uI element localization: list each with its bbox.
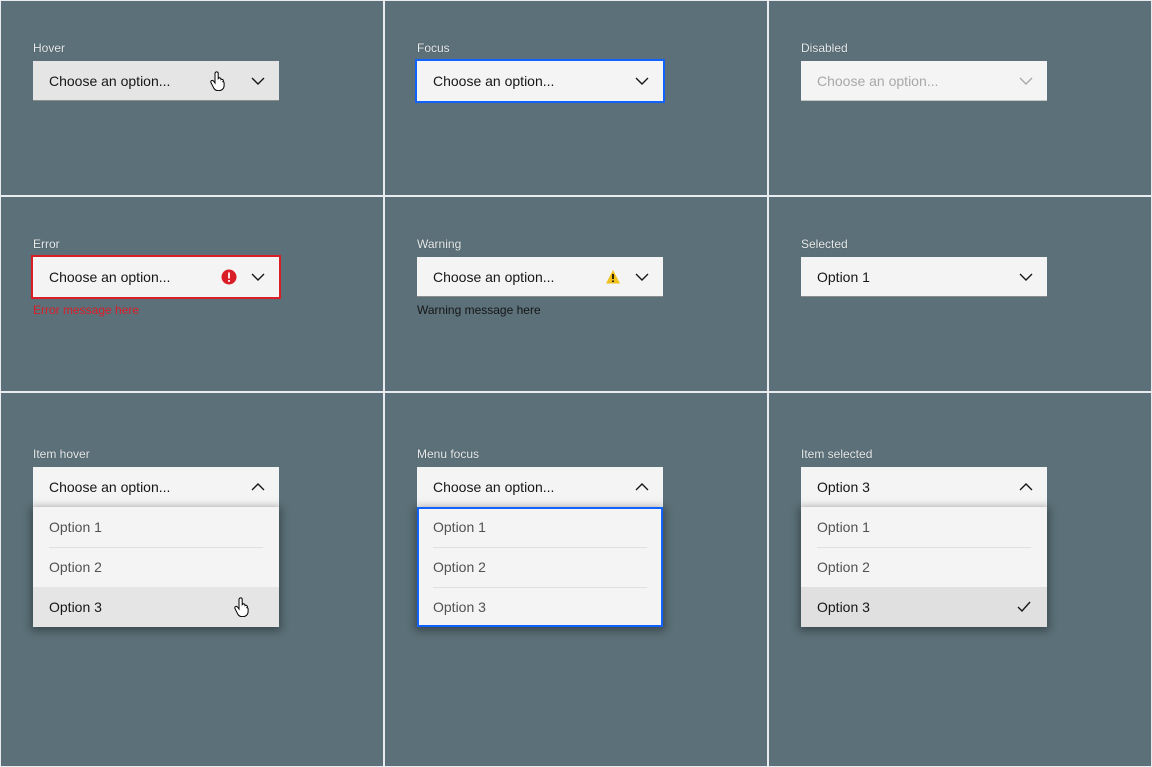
cell-focus: Focus Choose an option... bbox=[384, 0, 768, 196]
dropdown-option[interactable]: Option 2 bbox=[801, 547, 1047, 587]
state-label: Hover bbox=[33, 41, 351, 55]
dropdown-selected[interactable]: Option 1 bbox=[801, 257, 1047, 297]
dropdown-placeholder: Choose an option... bbox=[49, 73, 251, 89]
option-label: Option 2 bbox=[817, 559, 870, 575]
error-icon bbox=[221, 269, 237, 285]
dropdown-value: Option 1 bbox=[817, 269, 1019, 285]
cell-error: Error Choose an option... Error message … bbox=[0, 196, 384, 392]
cell-warning: Warning Choose an option... Warning mess… bbox=[384, 196, 768, 392]
cell-selected: Selected Option 1 bbox=[768, 196, 1152, 392]
cell-menu-focus: Menu focus Choose an option... Option 1 … bbox=[384, 392, 768, 767]
dropdown-placeholder: Choose an option... bbox=[49, 479, 251, 495]
option-label: Option 2 bbox=[433, 559, 486, 575]
dropdown-option-hovered[interactable]: Option 3 bbox=[33, 587, 279, 627]
dropdown-disabled: Choose an option... bbox=[801, 61, 1047, 101]
dropdown-open[interactable]: Option 3 bbox=[801, 467, 1047, 507]
dropdown-open[interactable]: Choose an option... bbox=[33, 467, 279, 507]
chevron-down-icon bbox=[635, 270, 649, 284]
chevron-up-icon bbox=[1019, 480, 1033, 494]
cell-item-hover: Item hover Choose an option... Option 1 … bbox=[0, 392, 384, 767]
option-label: Option 3 bbox=[433, 599, 486, 615]
cell-disabled: Disabled Choose an option... bbox=[768, 0, 1152, 196]
chevron-up-icon bbox=[635, 480, 649, 494]
option-label: Option 3 bbox=[817, 599, 870, 615]
state-label: Disabled bbox=[801, 41, 1119, 55]
option-label: Option 1 bbox=[817, 519, 870, 535]
dropdown-placeholder: Choose an option... bbox=[433, 479, 635, 495]
dropdown-open[interactable]: Choose an option... bbox=[417, 467, 663, 507]
chevron-down-icon bbox=[635, 74, 649, 88]
dropdown-placeholder: Choose an option... bbox=[49, 269, 221, 285]
checkmark-icon bbox=[1017, 600, 1031, 614]
dropdown-option[interactable]: Option 1 bbox=[33, 507, 279, 547]
state-label: Focus bbox=[417, 41, 735, 55]
chevron-down-icon bbox=[251, 270, 265, 284]
state-label: Selected bbox=[801, 237, 1119, 251]
dropdown-option[interactable]: Option 2 bbox=[417, 547, 663, 587]
warning-message: Warning message here bbox=[417, 303, 735, 319]
dropdown-option-selected[interactable]: Option 3 bbox=[801, 587, 1047, 627]
option-label: Option 1 bbox=[49, 519, 102, 535]
dropdown-warning[interactable]: Choose an option... bbox=[417, 257, 663, 297]
state-label: Item hover bbox=[33, 447, 351, 461]
option-label: Option 3 bbox=[49, 599, 102, 615]
dropdown-value: Option 3 bbox=[817, 479, 1019, 495]
error-message: Error message here bbox=[33, 303, 351, 319]
state-label: Warning bbox=[417, 237, 735, 251]
dropdown-hover[interactable]: Choose an option... bbox=[33, 61, 279, 101]
dropdown-option[interactable]: Option 3 bbox=[417, 587, 663, 627]
option-label: Option 2 bbox=[49, 559, 102, 575]
option-label: Option 1 bbox=[433, 519, 486, 535]
dropdown-placeholder: Choose an option... bbox=[433, 73, 635, 89]
chevron-down-icon bbox=[1019, 270, 1033, 284]
dropdown-focus[interactable]: Choose an option... bbox=[417, 61, 663, 101]
dropdown-option[interactable]: Option 1 bbox=[801, 507, 1047, 547]
cursor-pointer-icon bbox=[233, 597, 251, 617]
dropdown-placeholder: Choose an option... bbox=[433, 269, 605, 285]
dropdown-placeholder: Choose an option... bbox=[817, 73, 1019, 89]
warning-icon bbox=[605, 269, 621, 285]
dropdown-menu-focused: Option 1 Option 2 Option 3 bbox=[417, 507, 663, 627]
dropdown-states-grid: Hover Choose an option... Focus Choose a… bbox=[0, 0, 1152, 767]
state-label: Error bbox=[33, 237, 351, 251]
dropdown-option[interactable]: Option 2 bbox=[33, 547, 279, 587]
dropdown-error[interactable]: Choose an option... bbox=[33, 257, 279, 297]
dropdown-menu: Option 1 Option 2 Option 3 bbox=[801, 507, 1047, 627]
chevron-down-icon bbox=[1019, 74, 1033, 88]
state-label: Item selected bbox=[801, 447, 1119, 461]
cell-hover: Hover Choose an option... bbox=[0, 0, 384, 196]
state-label: Menu focus bbox=[417, 447, 735, 461]
chevron-down-icon bbox=[251, 74, 265, 88]
chevron-up-icon bbox=[251, 480, 265, 494]
dropdown-option[interactable]: Option 1 bbox=[417, 507, 663, 547]
dropdown-menu: Option 1 Option 2 Option 3 bbox=[33, 507, 279, 627]
cell-item-selected: Item selected Option 3 Option 1 Option 2… bbox=[768, 392, 1152, 767]
